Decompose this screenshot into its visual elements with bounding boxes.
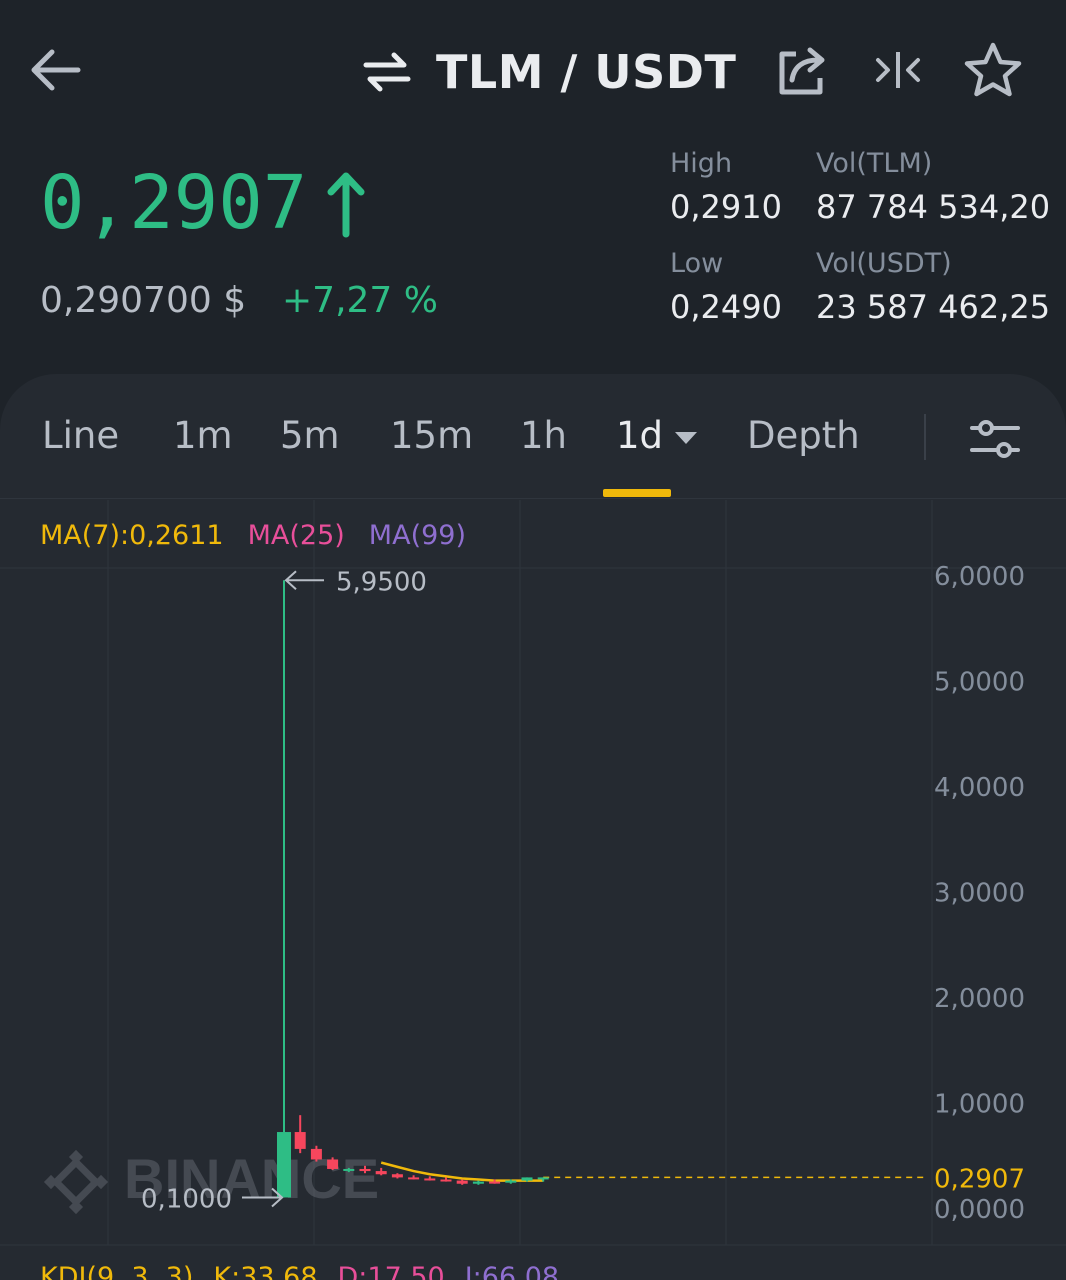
candles xyxy=(277,580,549,1198)
kdj-j-value: J:66,08 xyxy=(464,1262,560,1280)
candle-body xyxy=(343,1168,355,1171)
low-marker-label: 0,1000 xyxy=(141,1184,232,1214)
kdj-d-value: D:17,50 xyxy=(337,1262,445,1280)
candle-body xyxy=(440,1179,452,1182)
binance-logo-icon xyxy=(43,1149,109,1215)
vol-quote-label: Vol(USDT) xyxy=(816,248,952,279)
kdj-k-value: K:33,68 xyxy=(213,1262,318,1280)
tab-depth[interactable]: Depth xyxy=(747,414,860,457)
tab-1h[interactable]: 1h xyxy=(520,414,567,457)
y-tick-label: 4,0000 xyxy=(934,773,1025,803)
tab-5m[interactable]: 5m xyxy=(280,414,340,457)
interval-tabs: Line 1m 5m 15m 1h 1d Depth xyxy=(0,374,1066,499)
compare-button[interactable] xyxy=(868,40,928,100)
candlestick-chart[interactable]: BINANCE 6,00005,00004,00003,00002,00001,… xyxy=(0,500,1066,1280)
change-percent: +7,27 % xyxy=(282,280,438,321)
share-icon xyxy=(779,47,825,95)
y-tick-label: 3,0000 xyxy=(934,879,1025,909)
last-price: 0,2907 xyxy=(40,160,369,246)
star-outline-icon xyxy=(964,42,1022,97)
last-price-value: 0,2907 xyxy=(40,160,308,246)
pair-title: TLM / USDT xyxy=(436,45,737,99)
candle-body xyxy=(277,1132,291,1198)
ma7-polyline xyxy=(380,1161,544,1182)
price-summary: 0,2907 0,290700 $ +7,27 % High 0,2910 Lo… xyxy=(0,140,1066,375)
candle-body xyxy=(294,1132,306,1149)
arrow-up-icon xyxy=(327,172,365,238)
high-value: 0,2910 xyxy=(670,188,782,226)
y-tick-label: 6,0000 xyxy=(934,562,1025,592)
current-price-label: 0,2907 xyxy=(934,1164,1025,1194)
ma25-label: MA(25) xyxy=(247,520,345,551)
current-price-line: 0,2907 xyxy=(543,1164,1025,1194)
candle-body xyxy=(391,1174,403,1178)
caret-down-icon[interactable] xyxy=(674,431,698,445)
back-button[interactable] xyxy=(24,40,88,100)
kdj-title: KDJ(9, 3, 3) xyxy=(40,1262,194,1280)
vol-quote-value: 23 587 462,25 xyxy=(816,288,1051,326)
sliders-icon xyxy=(970,420,1020,458)
y-tick-label: 2,0000 xyxy=(934,984,1025,1014)
candle-body xyxy=(472,1181,484,1184)
y-tick-label: 1,0000 xyxy=(934,1090,1025,1120)
low-value: 0,2490 xyxy=(670,288,782,326)
candle-body xyxy=(359,1168,371,1172)
candle-body xyxy=(521,1177,533,1181)
swap-arrows-icon xyxy=(363,52,411,92)
candle-body xyxy=(327,1159,339,1169)
chart-grid xyxy=(0,500,1066,1246)
chart-settings-button[interactable] xyxy=(968,412,1022,466)
candle-body xyxy=(408,1177,420,1180)
tab-1m[interactable]: 1m xyxy=(173,414,233,457)
ma7-line xyxy=(380,1161,544,1182)
high-marker-label: 5,9500 xyxy=(336,567,427,597)
pair-selector[interactable]: TLM / USDT xyxy=(360,40,736,104)
high-label: High xyxy=(670,148,733,179)
ma99-label: MA(99) xyxy=(368,520,466,551)
favorite-button[interactable] xyxy=(962,40,1022,100)
arrow-left-icon xyxy=(31,49,81,91)
active-tab-indicator xyxy=(603,489,671,497)
kdj-legend: KDJ(9, 3, 3) K:33,68 D:17,50 J:66,08 xyxy=(40,1262,559,1280)
top-bar: TLM / USDT xyxy=(0,0,1066,140)
tab-divider xyxy=(924,414,926,460)
y-tick-label: 0,0000 xyxy=(934,1195,1025,1225)
y-tick-label: 5,0000 xyxy=(934,668,1025,698)
low-label: Low xyxy=(670,248,724,279)
candle-body xyxy=(375,1171,387,1175)
usd-price: 0,290700 $ xyxy=(40,280,247,321)
tab-1d[interactable]: 1d xyxy=(616,414,663,457)
candle-body xyxy=(424,1178,436,1181)
candle-body xyxy=(489,1181,501,1184)
vol-base-label: Vol(TLM) xyxy=(816,148,933,179)
candle-body xyxy=(505,1180,517,1183)
candle-body xyxy=(537,1177,549,1180)
tab-15m[interactable]: 15m xyxy=(390,414,473,457)
tab-line[interactable]: Line xyxy=(42,414,119,457)
candle-body xyxy=(456,1180,468,1184)
split-arrows-icon xyxy=(876,52,920,88)
share-button[interactable] xyxy=(774,40,834,100)
high-marker-arrow xyxy=(284,570,324,591)
y-axis: 6,0000 5,0000 4,0000 3,0000 2,0000 1,0000 0,00… xyxy=(934,562,1025,1225)
vol-base-value: 87 784 534,20 xyxy=(816,188,1051,226)
ma-legend: MA(7):0,2611 MA(25) MA(99) xyxy=(40,520,466,551)
candle-body xyxy=(310,1148,322,1160)
ma7-label: MA(7):0,2611 xyxy=(40,520,224,551)
